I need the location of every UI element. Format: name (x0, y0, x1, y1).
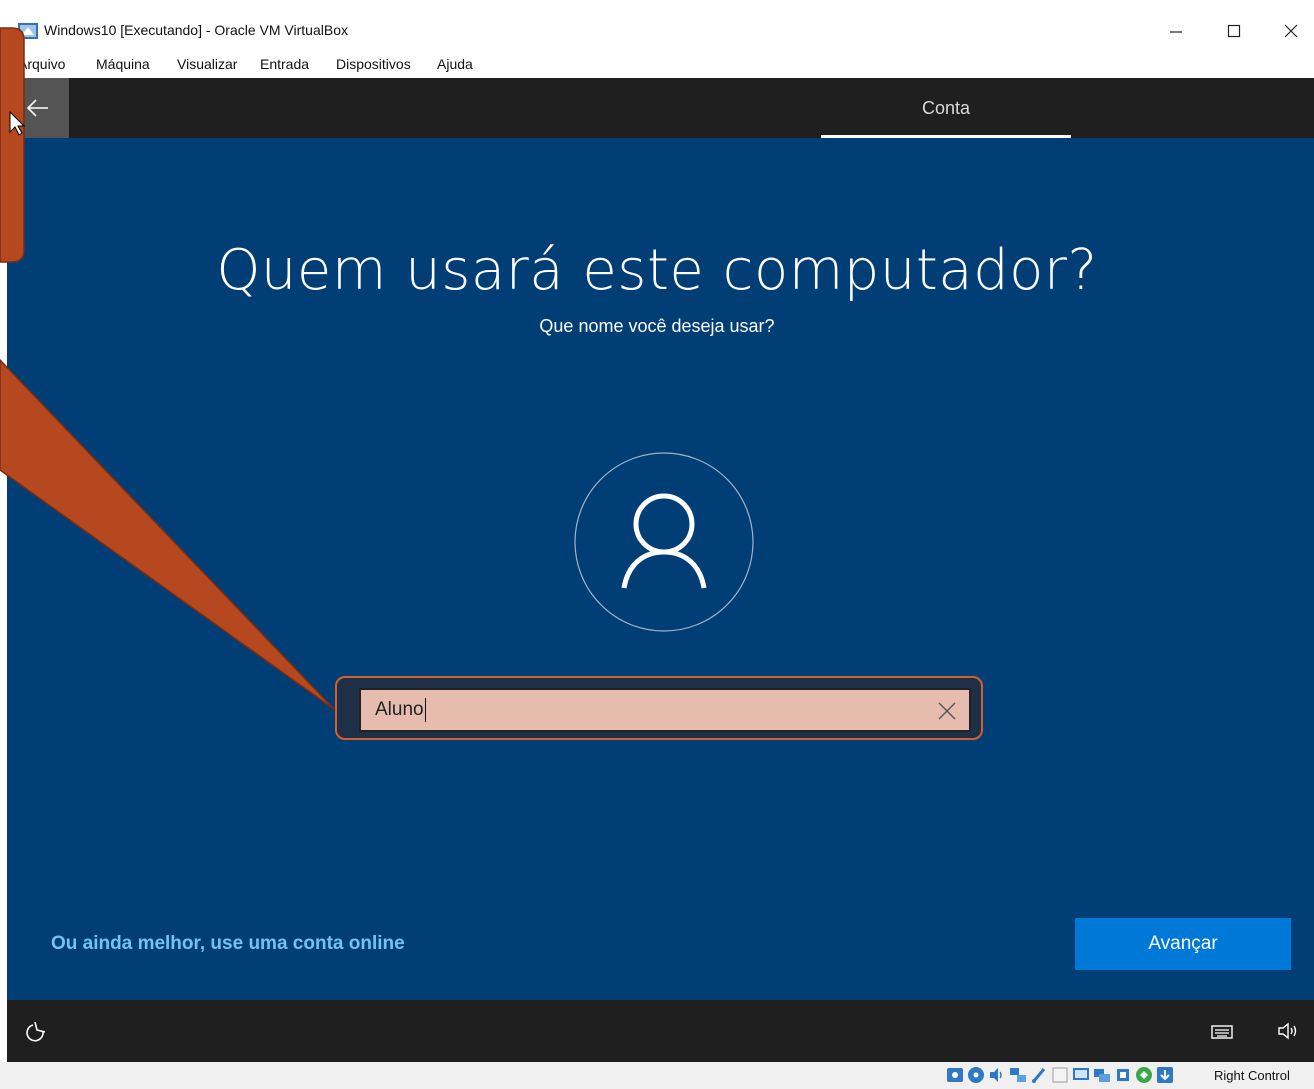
volume-icon[interactable] (1277, 1021, 1299, 1041)
keyboard-icon[interactable] (1211, 1024, 1233, 1040)
page-title: Quem usará este computador? (216, 238, 1098, 303)
page-subtitle: Que nome você deseja usar? (539, 316, 775, 336)
oobe-bottom-bar (7, 1000, 1314, 1062)
close-button[interactable] (1276, 18, 1306, 44)
menu-ajuda[interactable]: Ajuda (437, 56, 473, 72)
maximize-icon (1227, 24, 1241, 38)
window-titlebar: Windows10 [Executando] - Oracle VM Virtu… (0, 10, 1314, 52)
hard-disk-icon[interactable] (946, 1066, 964, 1084)
shared-folders-icon[interactable] (1051, 1066, 1069, 1084)
mouse-integration-icon[interactable] (1135, 1066, 1153, 1084)
user-avatar-icon (574, 452, 754, 632)
host-key-icon[interactable] (1156, 1066, 1174, 1084)
status-icons (946, 1066, 1174, 1084)
usb-icon[interactable] (1030, 1066, 1048, 1084)
menu-arquivo[interactable]: Arquivo (18, 56, 65, 72)
text-caret (424, 698, 426, 722)
minimize-button[interactable] (1161, 18, 1191, 44)
menu-visualizar[interactable]: Visualizar (177, 56, 237, 72)
network-icon[interactable] (1009, 1066, 1027, 1084)
step-label: Conta (921, 97, 971, 118)
ease-of-access-icon[interactable] (25, 1020, 49, 1042)
vbox-status-bar: Right Control (0, 1062, 1314, 1089)
name-input-highlight: Aluno (335, 676, 983, 740)
name-input-value: Aluno (375, 699, 424, 720)
step-indicator (821, 135, 1071, 138)
menu-maquina[interactable]: Máquina (96, 56, 150, 72)
recording-icon[interactable] (1093, 1066, 1111, 1084)
display-icon[interactable] (1072, 1066, 1090, 1084)
cpu-icon[interactable] (1114, 1066, 1132, 1084)
host-key-label: Right Control (1214, 1068, 1290, 1083)
oobe-top-bar: Conta (7, 78, 1314, 138)
close-icon (1284, 24, 1298, 38)
menu-bar: Arquivo Máquina Visualizar Entrada Dispo… (0, 52, 1314, 78)
clear-x-icon[interactable] (937, 701, 957, 721)
menu-entrada[interactable]: Entrada (260, 56, 309, 72)
optical-drive-icon[interactable] (967, 1066, 985, 1084)
online-account-link[interactable]: Ou ainda melhor, use uma conta online (51, 933, 405, 955)
vm-guest-screen[interactable]: Conta Quem usará este computador? Que no… (7, 78, 1314, 1062)
back-arrow-icon (26, 99, 48, 117)
window-title: Windows10 [Executando] - Oracle VM Virtu… (44, 22, 348, 38)
next-button[interactable]: Avançar (1075, 918, 1291, 970)
maximize-button[interactable] (1219, 18, 1249, 44)
audio-icon[interactable] (988, 1066, 1006, 1084)
menu-dispositivos[interactable]: Dispositivos (336, 56, 411, 72)
virtualbox-icon (18, 23, 38, 39)
name-input[interactable]: Aluno (359, 688, 971, 732)
back-button[interactable] (7, 78, 69, 138)
minimize-icon (1170, 31, 1182, 33)
